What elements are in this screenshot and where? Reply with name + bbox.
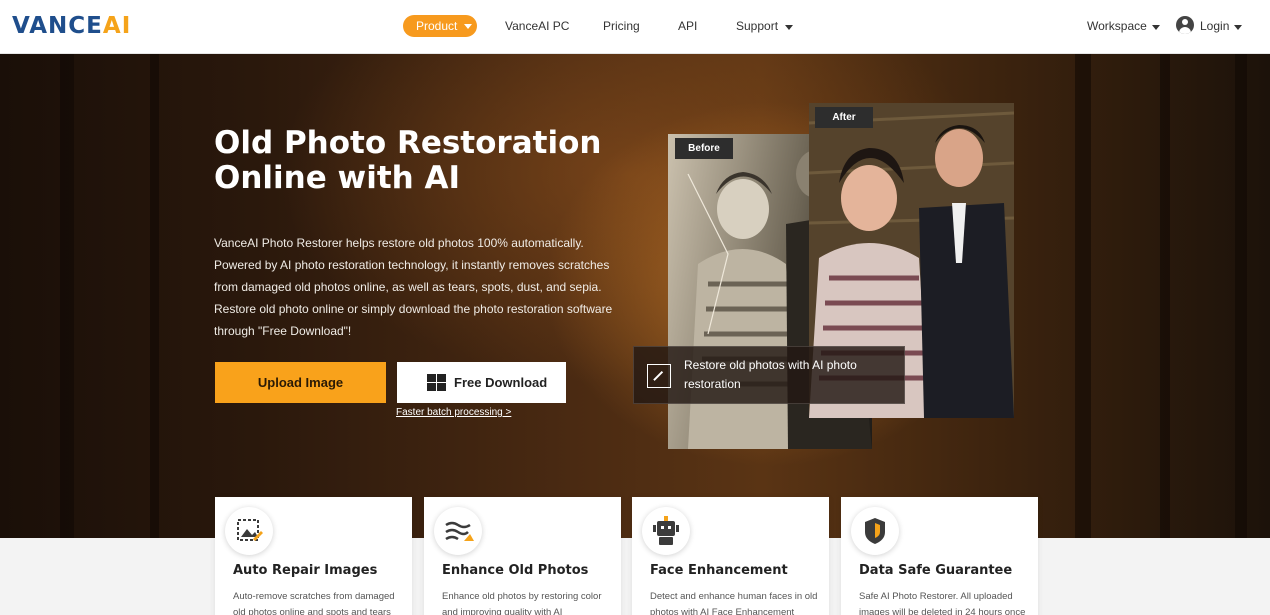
nav-vanceai-pc[interactable]: VanceAI PC bbox=[505, 19, 569, 33]
background-tree bbox=[1235, 54, 1247, 538]
nav-product-label: Product bbox=[416, 19, 458, 33]
after-tag: After bbox=[815, 107, 873, 128]
background-tree bbox=[1075, 54, 1091, 538]
enhance-icon bbox=[434, 507, 482, 555]
free-download-label: Free Download bbox=[454, 375, 548, 390]
batch-processing-link[interactable]: Faster batch processing > bbox=[396, 407, 511, 418]
nav-support[interactable]: Support bbox=[736, 19, 778, 33]
shield-icon bbox=[851, 507, 899, 555]
nav-workspace[interactable]: Workspace bbox=[1087, 19, 1147, 33]
nav-product-button[interactable]: Product bbox=[403, 15, 477, 37]
restore-caption-box: Restore old photos with AI photo restora… bbox=[633, 346, 905, 404]
upload-image-button[interactable]: Upload Image bbox=[215, 362, 386, 403]
feature-description: Auto-remove scratches from damaged old p… bbox=[233, 591, 395, 615]
chevron-down-icon[interactable] bbox=[1152, 25, 1160, 30]
expand-arrow-icon bbox=[647, 364, 671, 388]
free-download-button[interactable]: Free Download bbox=[397, 362, 566, 403]
nav-pricing[interactable]: Pricing bbox=[603, 19, 640, 33]
face-robot-icon bbox=[642, 507, 690, 555]
page-title: Old Photo Restoration Online with AI bbox=[214, 125, 602, 196]
background-tree bbox=[60, 54, 74, 538]
chevron-down-icon[interactable] bbox=[785, 25, 793, 30]
chevron-down-icon bbox=[464, 24, 472, 29]
hero-section: Old Photo Restoration Online with AI Van… bbox=[0, 54, 1270, 538]
feature-title: Face Enhancement bbox=[650, 563, 788, 578]
feature-title: Data Safe Guarantee bbox=[859, 563, 1013, 578]
hero-description: VanceAI Photo Restorer helps restore old… bbox=[214, 236, 613, 338]
background-tree bbox=[1160, 54, 1170, 538]
feature-card-auto-repair: Auto Repair Images Auto-remove scratches… bbox=[215, 497, 412, 615]
feature-description: Detect and enhance human faces in old ph… bbox=[650, 591, 818, 615]
top-navigation-bar: VANCEAI Product VanceAI PC Pricing API S… bbox=[0, 0, 1270, 54]
feature-card-enhance: Enhance Old Photos Enhance old photos by… bbox=[424, 497, 621, 615]
chevron-down-icon[interactable] bbox=[1234, 25, 1242, 30]
before-tag: Before bbox=[675, 138, 733, 159]
nav-login[interactable]: Login bbox=[1200, 19, 1229, 33]
restore-caption: Restore old photos with AI photo restora… bbox=[684, 358, 857, 391]
feature-title: Enhance Old Photos bbox=[442, 563, 589, 578]
vanceai-logo[interactable]: VANCEAI bbox=[12, 13, 131, 39]
background-tree bbox=[150, 54, 159, 538]
user-account-icon[interactable] bbox=[1176, 16, 1194, 34]
feature-card-data-safe: Data Safe Guarantee Safe AI Photo Restor… bbox=[841, 497, 1038, 615]
feature-description: Enhance old photos by restoring color an… bbox=[442, 591, 602, 615]
windows-icon bbox=[427, 374, 446, 392]
auto-repair-icon bbox=[225, 507, 273, 555]
feature-description: Safe AI Photo Restorer. All uploaded ima… bbox=[859, 591, 1026, 615]
feature-card-face: Face Enhancement Detect and enhance huma… bbox=[632, 497, 829, 615]
feature-title: Auto Repair Images bbox=[233, 563, 378, 578]
nav-api[interactable]: API bbox=[678, 19, 697, 33]
